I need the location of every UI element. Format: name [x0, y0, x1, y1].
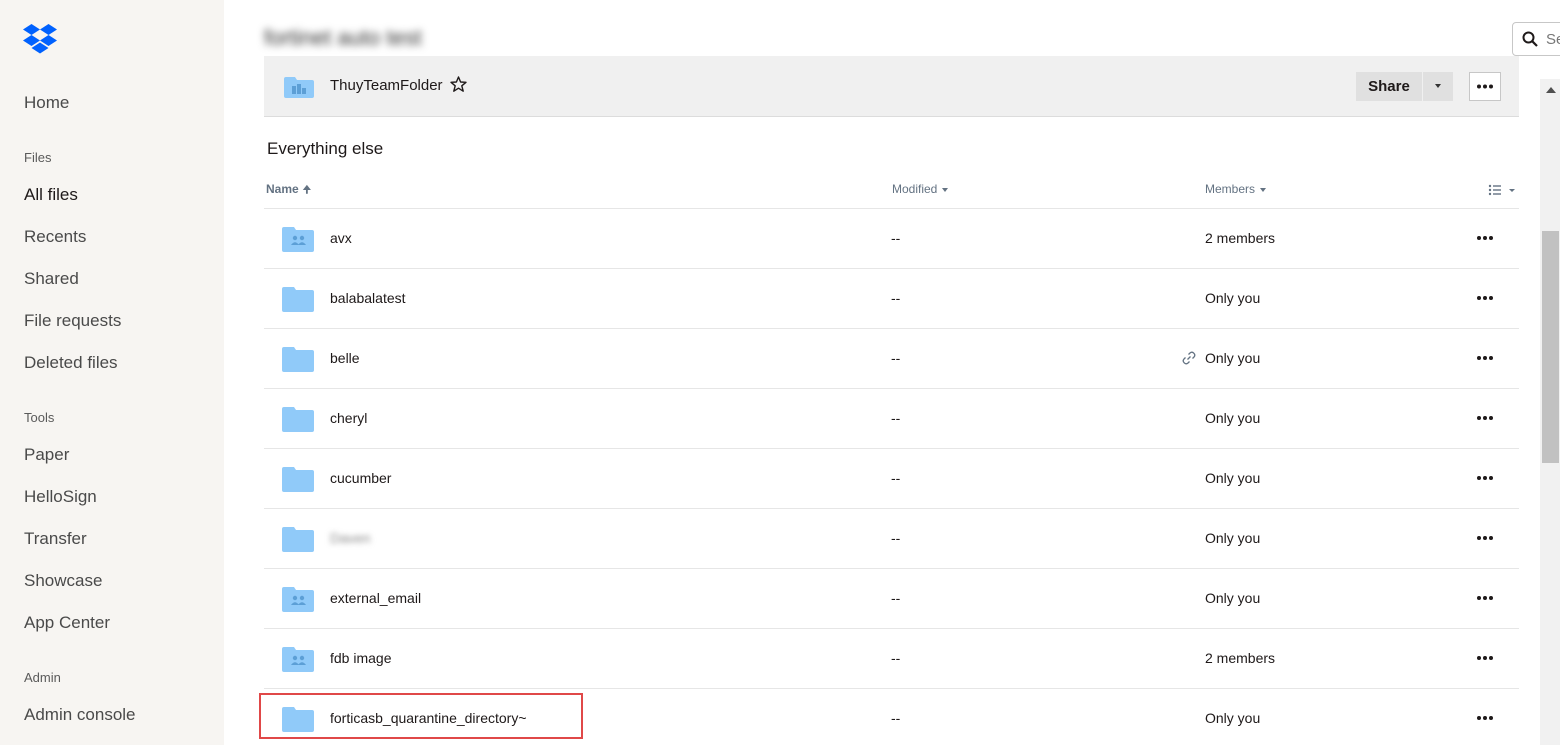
file-name[interactable]: belle [330, 350, 360, 366]
team-folder-icon [284, 77, 314, 98]
row-more-button[interactable] [1475, 291, 1495, 305]
members-value: Only you [1205, 590, 1261, 606]
section-heading: Everything else [267, 139, 384, 158]
nav-admin-console[interactable]: Admin console [24, 705, 136, 725]
folder-icon [282, 527, 314, 552]
nav-transfer[interactable]: Transfer [24, 529, 87, 549]
folder-icon [282, 467, 314, 492]
row-more-button[interactable] [1475, 411, 1495, 425]
nav-section-files: Files [24, 150, 52, 165]
file-list: avx -- 2 members balabalatest -- Only you bell… [264, 209, 1519, 745]
modified-value: -- [891, 530, 901, 546]
dropbox-logo-icon[interactable] [23, 24, 57, 54]
column-header-members-label: Members [1205, 182, 1256, 196]
share-dropdown-button[interactable] [1423, 72, 1453, 101]
modified-value: -- [891, 350, 901, 366]
row-more-button[interactable] [1475, 231, 1495, 245]
page-title: fortinet auto test [264, 25, 422, 50]
row-more-button[interactable] [1475, 531, 1495, 545]
row-more-button[interactable] [1475, 651, 1495, 665]
nav-recents[interactable]: Recents [24, 227, 86, 247]
file-name[interactable]: cheryl [330, 410, 367, 426]
nav-paper[interactable]: Paper [24, 445, 69, 465]
sidebar: Home Files All files Recents Shared File… [0, 0, 224, 745]
row-more-button[interactable] [1475, 471, 1495, 485]
table-row[interactable]: belle -- Only you [264, 329, 1519, 389]
folder-icon [282, 407, 314, 432]
column-header-name-label: Name [266, 182, 299, 196]
column-header-modified[interactable]: Modified [892, 182, 949, 196]
file-name[interactable]: Daven [330, 530, 370, 546]
nav-home[interactable]: Home [24, 93, 69, 113]
table-row[interactable]: external_email -- Only you [264, 569, 1519, 629]
modified-value: -- [891, 590, 901, 606]
table-row[interactable]: avx -- 2 members [264, 209, 1519, 269]
members-value: Only you [1205, 290, 1261, 306]
members-value: Only you [1205, 530, 1261, 546]
row-more-button[interactable] [1475, 351, 1495, 365]
file-name[interactable]: fdb image [330, 650, 391, 666]
more-icon [1477, 84, 1493, 89]
members-value: 2 members [1205, 230, 1276, 246]
star-icon[interactable] [450, 76, 467, 93]
column-header-modified-label: Modified [892, 182, 938, 196]
search-input[interactable]: Se [1512, 22, 1560, 56]
search-icon [1522, 31, 1538, 47]
shared-folder-icon [282, 227, 314, 252]
file-name[interactable]: balabalatest [330, 290, 406, 306]
column-header-members[interactable]: Members [1205, 182, 1267, 196]
search-placeholder: Se [1546, 31, 1560, 48]
file-name[interactable]: avx [330, 230, 352, 246]
scroll-up-arrow-icon[interactable] [1546, 87, 1556, 93]
link-icon [1182, 351, 1196, 365]
members-value: Only you [1205, 410, 1261, 426]
share-button[interactable]: Share [1356, 72, 1422, 101]
row-more-button[interactable] [1475, 591, 1495, 605]
members-value: 2 members [1205, 650, 1276, 666]
nav-deleted-files[interactable]: Deleted files [24, 353, 118, 373]
team-folder-more-button[interactable] [1469, 72, 1501, 101]
scroll-thumb[interactable] [1542, 231, 1559, 463]
members-value: Only you [1205, 350, 1261, 366]
modified-value: -- [891, 230, 901, 246]
nav-shared[interactable]: Shared [24, 269, 79, 289]
nav-hellosign[interactable]: HelloSign [24, 487, 97, 507]
sort-ascending-icon: 🠉 [302, 185, 311, 196]
list-view-icon[interactable] [1488, 183, 1518, 197]
modified-value: -- [891, 470, 901, 486]
caret-down-icon [942, 187, 949, 192]
nav-all-files[interactable]: All files [24, 185, 78, 205]
team-folder-bar[interactable]: ThuyTeamFolder Share [264, 56, 1519, 117]
shared-folder-icon [282, 647, 314, 672]
nav-showcase[interactable]: Showcase [24, 571, 102, 591]
highlight-box [259, 693, 583, 739]
modified-value: -- [891, 290, 901, 306]
folder-icon [282, 347, 314, 372]
table-row[interactable]: cucumber -- Only you [264, 449, 1519, 509]
vertical-scrollbar[interactable] [1540, 79, 1560, 745]
members-value: Only you [1205, 470, 1261, 486]
nav-section-admin: Admin [24, 670, 61, 685]
shared-folder-icon [282, 587, 314, 612]
file-name[interactable]: cucumber [330, 470, 391, 486]
file-name[interactable]: external_email [330, 590, 421, 606]
modified-value: -- [891, 410, 901, 426]
table-row[interactable]: cheryl -- Only you [264, 389, 1519, 449]
nav-file-requests[interactable]: File requests [24, 311, 121, 331]
row-more-button[interactable] [1475, 711, 1495, 725]
members-value: Only you [1205, 710, 1261, 726]
table-row[interactable]: fdb image -- 2 members [264, 629, 1519, 689]
table-row[interactable]: Daven -- Only you [264, 509, 1519, 569]
modified-value: -- [891, 650, 901, 666]
team-folder-name[interactable]: ThuyTeamFolder [330, 77, 443, 94]
modified-value: -- [891, 710, 901, 726]
folder-icon [282, 287, 314, 312]
nav-section-tools: Tools [24, 410, 55, 425]
caret-down-icon [1260, 187, 1267, 192]
column-header-name[interactable]: Name 🠉 [266, 182, 311, 200]
nav-app-center[interactable]: App Center [24, 613, 110, 633]
table-row[interactable]: balabalatest -- Only you [264, 269, 1519, 329]
